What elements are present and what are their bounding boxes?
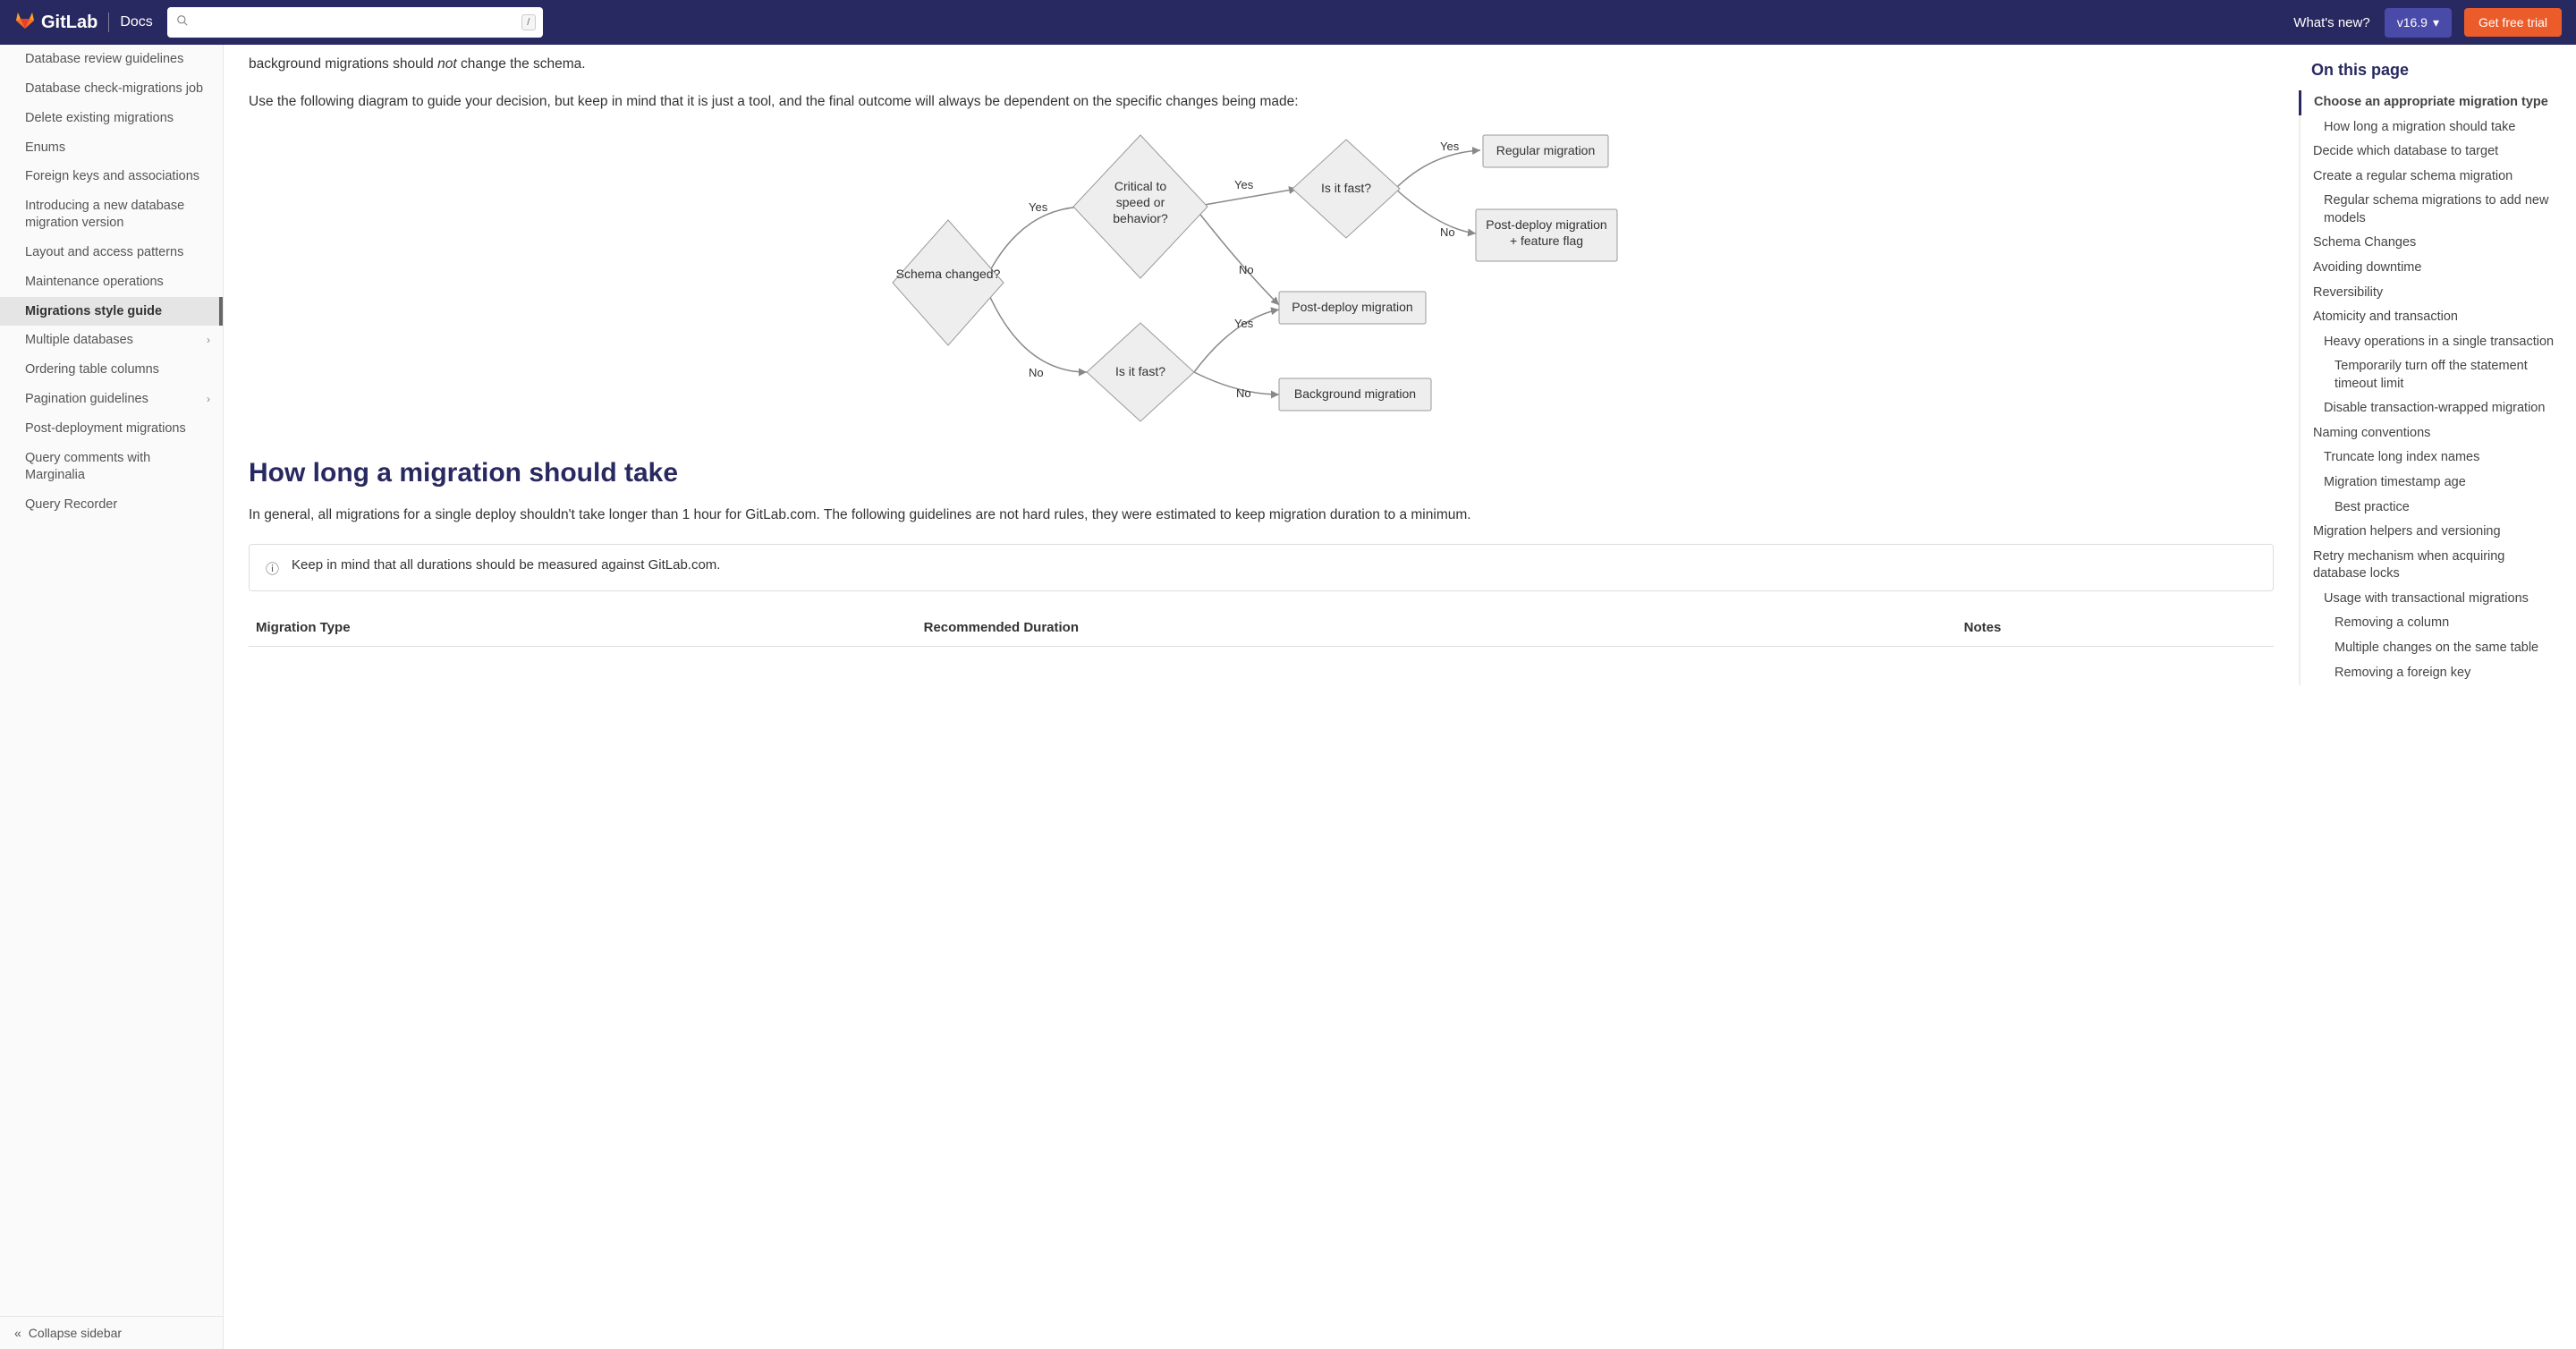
- sidebar-item[interactable]: Foreign keys and associations: [0, 162, 223, 191]
- sidebar-item[interactable]: Introducing a new database migration ver…: [0, 191, 223, 238]
- search-input[interactable]: [167, 7, 543, 38]
- svg-text:No: No: [1236, 386, 1251, 400]
- migration-decision-diagram: Yes No Yes No Yes No Yes No Schema chang…: [249, 131, 2274, 426]
- toc-item[interactable]: Multiple changes on the same table: [2301, 636, 2558, 661]
- svg-text:Yes: Yes: [1029, 200, 1048, 214]
- divider: [108, 13, 109, 32]
- toc-item[interactable]: Migration timestamp age: [2301, 471, 2558, 496]
- toc-item[interactable]: Usage with transactional migrations: [2301, 587, 2558, 612]
- tanuki-icon: [14, 9, 36, 36]
- toc-item[interactable]: Choose an appropriate migration type: [2299, 90, 2558, 115]
- sidebar-item[interactable]: Post-deployment migrations: [0, 414, 223, 444]
- intro-trail: background migrations should not change …: [249, 54, 2274, 75]
- toc-item[interactable]: Schema Changes: [2301, 231, 2558, 256]
- toc-item[interactable]: Migration helpers and versioning: [2301, 520, 2558, 545]
- info-text: Keep in mind that all durations should b…: [292, 557, 720, 573]
- svg-text:Post-deploy migration: Post-deploy migration: [1486, 217, 1606, 232]
- svg-text:No: No: [1440, 225, 1455, 239]
- toc-heading: On this page: [2299, 61, 2558, 80]
- svg-text:Schema changed?: Schema changed?: [896, 267, 1001, 281]
- body-paragraph: In general, all migrations for a single …: [249, 505, 2274, 526]
- sidebar-item[interactable]: Multiple databases›: [0, 326, 223, 355]
- toc-item[interactable]: Decide which database to target: [2301, 140, 2558, 165]
- sidebar-item[interactable]: Database check-migrations job: [0, 74, 223, 104]
- search-wrap: /: [167, 7, 543, 38]
- sidebar-item[interactable]: Database review guidelines: [0, 45, 223, 74]
- toc-item[interactable]: Truncate long index names: [2301, 445, 2558, 471]
- text: background migrations should: [249, 56, 437, 72]
- info-callout: ⓘ Keep in mind that all durations should…: [249, 544, 2274, 591]
- collapse-sidebar-button[interactable]: « Collapse sidebar: [0, 1316, 224, 1349]
- sidebar-item[interactable]: Maintenance operations: [0, 267, 223, 297]
- version-label: v16.9: [2397, 15, 2428, 30]
- chevron-right-icon: ›: [207, 334, 210, 348]
- whats-new-link[interactable]: What's new?: [2293, 15, 2369, 30]
- toc-item[interactable]: Best practice: [2301, 496, 2558, 521]
- sidebar-item[interactable]: Query comments with Marginalia: [0, 444, 223, 490]
- search-icon: [176, 14, 189, 30]
- slash-shortcut: /: [521, 14, 536, 30]
- toc-item[interactable]: Create a regular schema migration: [2301, 165, 2558, 190]
- svg-text:Is it fast?: Is it fast?: [1115, 364, 1165, 378]
- sidebar-item[interactable]: Delete existing migrations: [0, 104, 223, 133]
- toc-item[interactable]: Heavy operations in a single transaction: [2301, 330, 2558, 355]
- free-trial-button[interactable]: Get free trial: [2464, 8, 2562, 37]
- table-header: Notes: [1957, 609, 2274, 647]
- sidebar-item[interactable]: Pagination guidelines›: [0, 385, 223, 414]
- toc-item[interactable]: Temporarily turn off the statement timeo…: [2301, 354, 2558, 396]
- text-emphasis: not: [437, 56, 457, 72]
- toc-item[interactable]: Atomicity and transaction: [2301, 305, 2558, 330]
- toc-item[interactable]: Reversibility: [2301, 281, 2558, 306]
- svg-text:Is it fast?: Is it fast?: [1321, 181, 1371, 195]
- toc-item[interactable]: Avoiding downtime: [2301, 256, 2558, 281]
- gitlab-logo[interactable]: GitLab: [14, 9, 97, 36]
- chevron-down-icon: ▾: [2433, 15, 2439, 30]
- toc-item[interactable]: Removing a foreign key: [2301, 661, 2558, 686]
- collapse-label: Collapse sidebar: [29, 1326, 122, 1340]
- toc-item[interactable]: Naming conventions: [2301, 421, 2558, 446]
- info-icon: ⓘ: [266, 559, 279, 578]
- table-of-contents: On this page Choose an appropriate migra…: [2299, 45, 2576, 1349]
- svg-text:Post-deploy migration: Post-deploy migration: [1292, 300, 1412, 314]
- svg-text:No: No: [1239, 263, 1254, 276]
- toc-item[interactable]: Regular schema migrations to add new mod…: [2301, 189, 2558, 231]
- main-content: background migrations should not change …: [224, 45, 2299, 1349]
- svg-text:Background migration: Background migration: [1294, 386, 1416, 401]
- svg-text:Yes: Yes: [1234, 178, 1254, 191]
- collapse-icon: «: [14, 1326, 21, 1340]
- text: change the schema.: [457, 56, 586, 72]
- migration-table: Migration Type Recommended Duration Note…: [249, 609, 2274, 647]
- svg-text:No: No: [1029, 366, 1044, 379]
- toc-item[interactable]: Removing a column: [2301, 611, 2558, 636]
- svg-text:Regular migration: Regular migration: [1496, 143, 1596, 157]
- sidebar: Database review guidelinesDatabase check…: [0, 45, 224, 1349]
- svg-text:Yes: Yes: [1440, 140, 1460, 153]
- table-header: Recommended Duration: [917, 609, 1957, 647]
- sidebar-item[interactable]: Layout and access patterns: [0, 238, 223, 267]
- intro-paragraph: Use the following diagram to guide your …: [249, 91, 2274, 113]
- toc-item[interactable]: Disable transaction-wrapped migration: [2301, 396, 2558, 421]
- version-dropdown[interactable]: v16.9 ▾: [2385, 8, 2452, 38]
- sidebar-item[interactable]: Migrations style guide: [0, 297, 223, 327]
- brand-name: GitLab: [41, 13, 97, 33]
- table-header: Migration Type: [249, 609, 917, 647]
- svg-text:Yes: Yes: [1234, 317, 1254, 330]
- toc-item[interactable]: Retry mechanism when acquiring database …: [2301, 545, 2558, 587]
- chevron-right-icon: ›: [207, 393, 210, 407]
- sidebar-item[interactable]: Enums: [0, 133, 223, 163]
- sidebar-item[interactable]: Query Recorder: [0, 490, 223, 520]
- toc-item[interactable]: How long a migration should take: [2301, 115, 2558, 140]
- svg-text:behavior?: behavior?: [1113, 211, 1168, 225]
- header-bar: GitLab Docs / What's new? v16.9 ▾ Get fr…: [0, 0, 2576, 45]
- svg-text:Critical to: Critical to: [1114, 179, 1167, 193]
- section-heading: How long a migration should take: [249, 458, 2274, 488]
- svg-text:+ feature flag: + feature flag: [1510, 233, 1583, 248]
- sidebar-item[interactable]: Ordering table columns: [0, 355, 223, 385]
- svg-text:speed or: speed or: [1116, 195, 1165, 209]
- docs-label[interactable]: Docs: [120, 14, 152, 30]
